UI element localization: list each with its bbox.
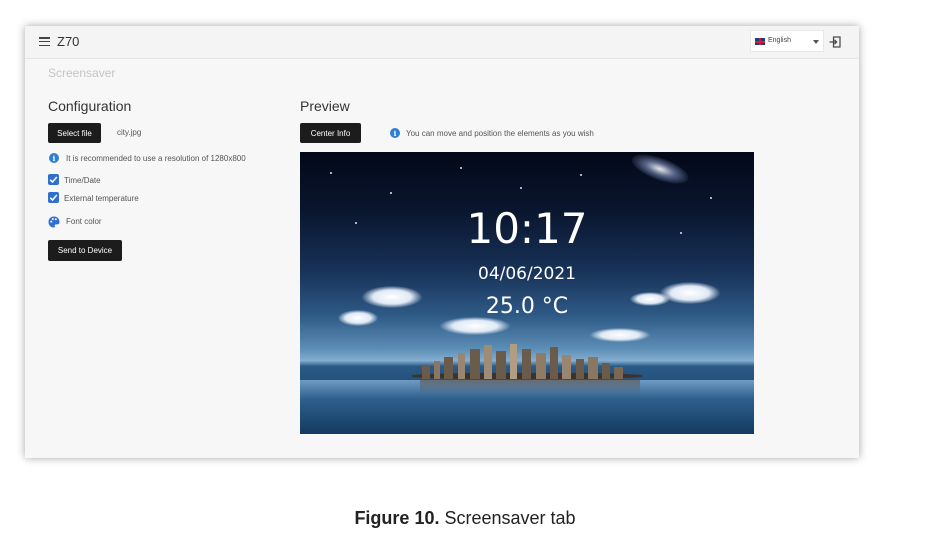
- time-date-label: Time/Date: [64, 176, 101, 185]
- select-file-button[interactable]: Select file: [48, 123, 101, 143]
- preview-time[interactable]: 10:17: [300, 204, 754, 253]
- palette-icon[interactable]: [48, 215, 60, 228]
- galaxy-image: [628, 152, 692, 190]
- preview-hint: You can move and position the elements a…: [406, 129, 594, 138]
- cloud: [590, 328, 650, 342]
- preview-temperature[interactable]: 25.0 °C: [300, 294, 754, 319]
- app-title: Z70: [57, 34, 80, 49]
- figure-caption: Figure 10. Screensaver tab: [0, 508, 930, 529]
- city-reflection: [420, 380, 640, 394]
- section-label: Screensaver: [48, 66, 116, 80]
- chevron-down-icon: [813, 40, 819, 44]
- file-name: city.jpg: [117, 128, 142, 137]
- hamburger-icon[interactable]: [39, 37, 50, 47]
- logout-icon[interactable]: [829, 35, 841, 48]
- star: [460, 167, 462, 169]
- font-color-label[interactable]: Font color: [66, 217, 102, 226]
- resolution-hint: It is recommended to use a resolution of…: [66, 154, 246, 163]
- configuration-heading: Configuration: [48, 98, 132, 114]
- star: [580, 174, 582, 176]
- external-temperature-checkbox[interactable]: [48, 192, 59, 203]
- info-icon: i: [390, 128, 400, 138]
- app-window: Z70 English Screensaver Configuration Se…: [25, 26, 859, 458]
- screensaver-preview[interactable]: 10:17 04/06/2021 25.0 °C: [300, 152, 754, 434]
- center-info-button[interactable]: Center Info: [300, 123, 361, 143]
- send-to-device-button[interactable]: Send to Device: [48, 240, 122, 261]
- cloud: [440, 317, 510, 335]
- star: [330, 172, 332, 174]
- figure-number: Figure 10.: [354, 508, 440, 528]
- uk-flag-icon: [755, 38, 765, 45]
- info-icon: i: [49, 153, 59, 163]
- time-date-checkbox[interactable]: [48, 174, 59, 185]
- preview-date[interactable]: 04/06/2021: [300, 264, 754, 284]
- language-label: English: [768, 37, 791, 44]
- language-select[interactable]: English: [750, 30, 824, 52]
- star: [390, 192, 392, 194]
- city-island: [412, 343, 642, 379]
- star: [710, 197, 712, 199]
- external-temperature-label: External temperature: [64, 194, 139, 203]
- preview-heading: Preview: [300, 98, 350, 114]
- top-bar: Z70 English: [25, 26, 859, 59]
- star: [520, 187, 522, 189]
- figure-title: Screensaver tab: [439, 508, 576, 528]
